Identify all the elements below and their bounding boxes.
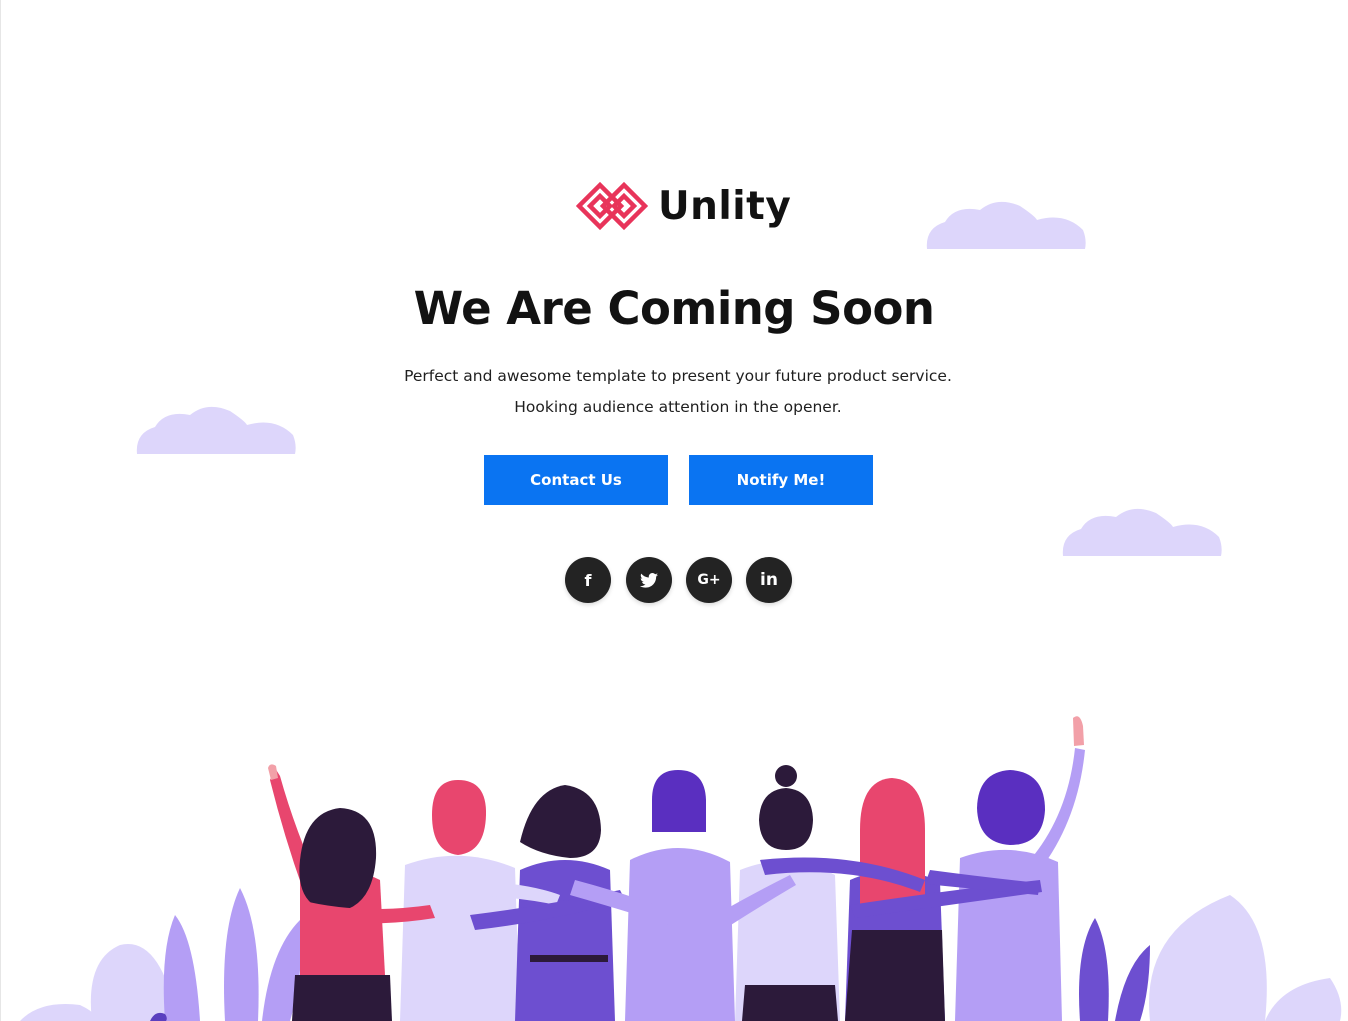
cloud-decoration [1062,508,1222,556]
contact-us-button[interactable]: Contact Us [484,455,668,505]
leaf-decoration [224,888,259,1021]
leaf-decoration [163,915,200,1021]
twitter-bird-icon [640,572,658,588]
facebook-icon[interactable]: f [565,557,611,603]
notify-me-button[interactable]: Notify Me! [689,455,873,505]
leaf-decoration [20,1004,100,1021]
people-hugging-illustration [20,716,1342,1021]
leaf-decoration [1149,895,1267,1021]
google-plus-icon[interactable]: G+ [686,557,732,603]
linkedin-icon[interactable]: in [746,557,792,603]
leaf-decoration [1079,918,1109,1021]
subtitle-line-2: Hooking audience attention in the opener… [514,398,842,416]
brand-name: Unlity [658,183,792,229]
page-title: We Are Coming Soon [413,282,935,335]
leaf-decoration [1265,978,1342,1021]
subtitle-line-1: Perfect and awesome template to present … [404,367,952,385]
brand-logo[interactable]: Unlity [576,180,791,232]
leaf-decoration [1115,945,1150,1021]
logo-mark-icon [576,181,648,231]
twitter-icon[interactable] [626,557,672,603]
cloud-decoration [926,201,1086,249]
